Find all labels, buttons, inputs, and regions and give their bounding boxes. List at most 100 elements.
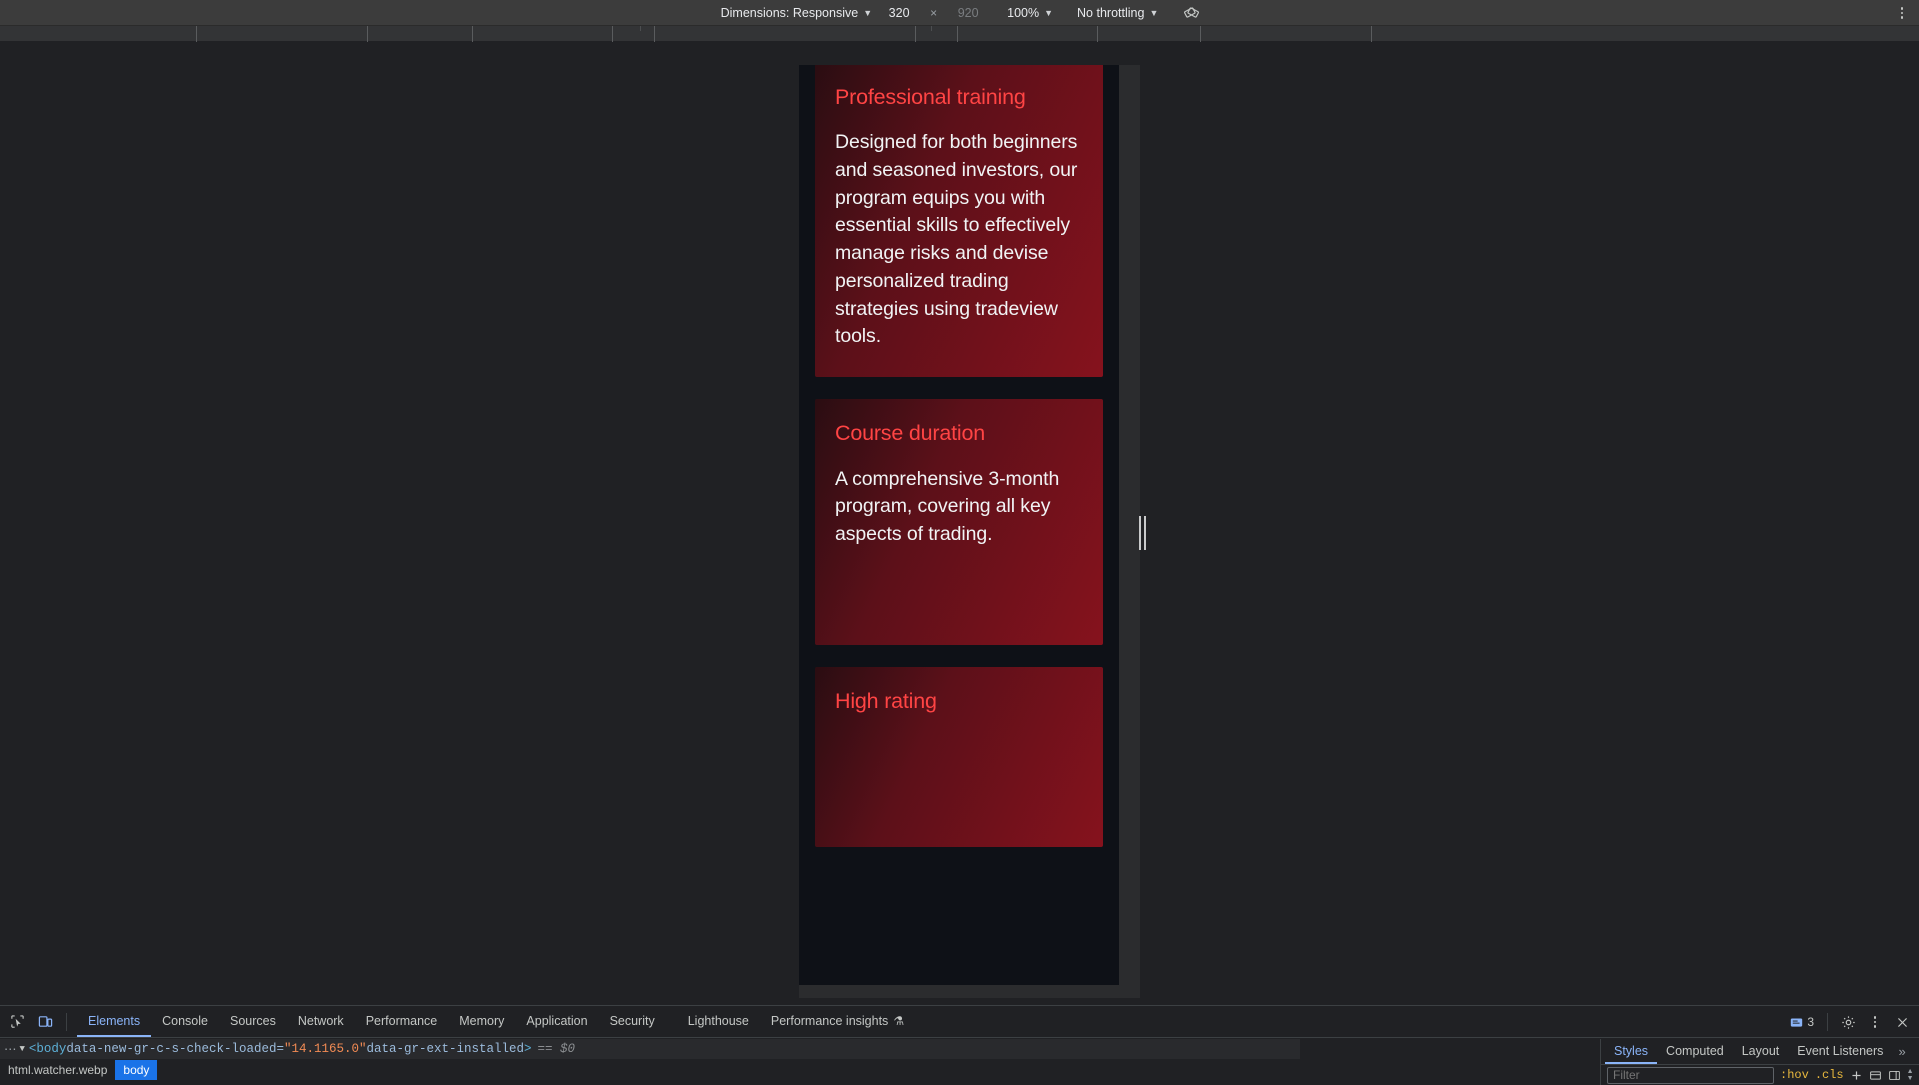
plus-icon[interactable] xyxy=(1850,1067,1863,1084)
dom-breadcrumb: html.watcher.webp body xyxy=(0,1060,1300,1080)
tab-label: Elements xyxy=(88,1013,141,1028)
breadcrumb-label: html.watcher.webp xyxy=(8,1063,108,1077)
breadcrumb-item-html[interactable]: html.watcher.webp xyxy=(0,1060,115,1080)
tab-application[interactable]: Application xyxy=(515,1006,598,1037)
card-title: Course duration xyxy=(835,420,985,445)
tab-label: Layout xyxy=(1741,1043,1780,1058)
viewport-width-resize-handle[interactable] xyxy=(1138,516,1146,550)
devtools-panel: Elements Console Sources Network Perform… xyxy=(0,1005,1919,1085)
layout-panel-icon[interactable] xyxy=(1869,1067,1882,1084)
tab-event-listeners[interactable]: Event Listeners xyxy=(1788,1039,1892,1064)
tab-layout[interactable]: Layout xyxy=(1733,1039,1789,1064)
styles-sidebar: Styles Computed Layout Event Listeners »… xyxy=(1600,1039,1919,1085)
device-frame: using tradeview tools. Professional trai… xyxy=(799,65,1140,998)
card-title: High rating xyxy=(835,688,937,713)
toolbar-divider xyxy=(66,1012,67,1031)
tab-label: Event Listeners xyxy=(1797,1043,1884,1058)
devtools-tool-icons xyxy=(0,1006,77,1037)
styles-sidebar-tabs: Styles Computed Layout Event Listeners » xyxy=(1601,1039,1919,1065)
tab-network[interactable]: Network xyxy=(287,1006,355,1037)
tab-elements[interactable]: Elements xyxy=(77,1006,152,1037)
tab-sources[interactable]: Sources xyxy=(219,1006,287,1037)
dom-tag-open: <body xyxy=(28,1042,67,1056)
page-content: using tradeview tools. Professional trai… xyxy=(799,65,1119,869)
chevron-down-icon: ▼ xyxy=(1044,8,1054,18)
dom-ellipsis[interactable]: ⋯ xyxy=(2,1041,20,1057)
device-emulation-toolbar: Dimensions: Responsive ▼ × 100% ▼ No thr… xyxy=(0,0,1919,26)
tab-lighthouse[interactable]: Lighthouse xyxy=(666,1006,760,1037)
more-tabs-icon[interactable]: » xyxy=(1892,1039,1911,1064)
devtools-right-icons: 3 xyxy=(1784,1006,1915,1038)
tab-label: Console xyxy=(162,1013,208,1028)
feature-card-professional-training[interactable]: Professional training Designed for both … xyxy=(815,65,1103,377)
tab-performance[interactable]: Performance xyxy=(355,1006,449,1037)
toolbar-divider xyxy=(1827,1013,1828,1031)
tab-console[interactable]: Console xyxy=(151,1006,219,1037)
dom-attr-name-1: data-new-gr-c-s-check-loaded= xyxy=(66,1042,284,1056)
chevron-down-icon: ▼ xyxy=(1149,8,1159,18)
dimensions-dropdown[interactable]: Dimensions: Responsive ▼ xyxy=(715,2,878,24)
inspect-element-icon[interactable] xyxy=(4,1009,30,1035)
chevron-down-icon: ▼ xyxy=(863,8,873,18)
devtools-more-options[interactable] xyxy=(1862,1009,1888,1035)
breadcrumb-label: body xyxy=(123,1063,150,1077)
device-toolbar-more-options[interactable] xyxy=(1891,0,1913,26)
gear-icon[interactable] xyxy=(1835,1009,1861,1035)
dom-attr-name-2: data-gr-ext-installed xyxy=(366,1042,525,1056)
tab-label: Performance xyxy=(365,1013,438,1028)
card-body-text: Designed for both beginners and seasoned… xyxy=(835,131,1078,348)
device-screen-area: using tradeview tools. Professional trai… xyxy=(0,42,1919,1005)
tab-label: Computed xyxy=(1666,1043,1724,1058)
expand-arrow-icon[interactable]: ▼ xyxy=(20,1044,29,1054)
device-toolbar-icon[interactable] xyxy=(32,1009,58,1035)
tab-memory[interactable]: Memory xyxy=(448,1006,515,1037)
tab-label: Network xyxy=(297,1013,344,1028)
spinner-updown-icon[interactable]: ▲ ▼ xyxy=(1907,1068,1916,1082)
tab-label: Lighthouse xyxy=(687,1013,749,1028)
rotate-device-icon[interactable] xyxy=(1178,2,1204,24)
devtools-tabbar: Elements Console Sources Network Perform… xyxy=(0,1006,1919,1038)
sidebar-toggle-icon[interactable] xyxy=(1888,1067,1901,1084)
console-message-count[interactable]: 3 xyxy=(1784,1009,1820,1035)
hover-state-button[interactable]: :hov xyxy=(1780,1068,1809,1082)
tab-styles[interactable]: Styles xyxy=(1605,1039,1658,1064)
tab-label: Security xyxy=(609,1013,655,1028)
tab-performance-insights[interactable]: Performance insights ⚗ xyxy=(760,1006,915,1037)
throttling-label: No throttling xyxy=(1077,5,1145,20)
tab-label: Sources xyxy=(229,1013,276,1028)
tab-label: Application xyxy=(526,1013,588,1028)
viewport-ruler xyxy=(0,26,1919,42)
card-body-text: A comprehensive 3-month program, coverin… xyxy=(835,467,1060,545)
breadcrumb-item-body[interactable]: body xyxy=(115,1060,158,1080)
kebab-menu-icon xyxy=(1900,7,1904,19)
devtools-tabs: Elements Console Sources Network Perform… xyxy=(77,1006,915,1037)
styles-filter-input[interactable] xyxy=(1607,1066,1774,1084)
viewport-height-input[interactable] xyxy=(947,3,990,22)
kebab-menu-icon xyxy=(1873,1016,1877,1028)
device-toolbar-controls: Dimensions: Responsive ▼ × 100% ▼ No thr… xyxy=(0,0,1919,26)
dom-tag-close: > xyxy=(524,1042,532,1056)
dimensions-label: Dimensions: Responsive xyxy=(720,5,859,20)
feature-card-high-rating[interactable]: High rating xyxy=(815,666,1103,847)
element-classes-button[interactable]: .cls xyxy=(1815,1068,1844,1082)
throttling-dropdown[interactable]: No throttling ▼ xyxy=(1071,2,1164,24)
card-title: Professional training xyxy=(835,84,1026,109)
message-count-label: 3 xyxy=(1807,1015,1814,1029)
emulated-page-viewport[interactable]: using tradeview tools. Professional trai… xyxy=(799,65,1119,985)
tab-security[interactable]: Security xyxy=(599,1006,666,1037)
styles-toolbar: :hov .cls ▲▼ xyxy=(1601,1065,1919,1084)
tab-computed[interactable]: Computed xyxy=(1657,1039,1733,1064)
dom-tree-row[interactable]: ⋯ ▼ <body data-new-gr-c-s-check-loaded= … xyxy=(0,1039,1300,1059)
viewport-width-input[interactable] xyxy=(878,3,921,22)
tab-label: Memory xyxy=(459,1013,505,1028)
console-message-icon xyxy=(1791,1017,1803,1027)
zoom-dropdown[interactable]: 100% ▼ xyxy=(1001,2,1059,24)
dom-attr-value-1: "14.1165.0" xyxy=(283,1042,367,1056)
dimensions-separator: × xyxy=(930,5,938,20)
feature-card-course-duration[interactable]: Course duration A comprehensive 3-month … xyxy=(815,398,1103,645)
dom-selection-marker: == $0 xyxy=(537,1042,576,1056)
tab-label: Performance insights xyxy=(770,1013,889,1028)
beaker-icon: ⚗ xyxy=(893,1013,905,1028)
close-icon[interactable] xyxy=(1889,1009,1915,1035)
zoom-label: 100% xyxy=(1007,5,1040,20)
